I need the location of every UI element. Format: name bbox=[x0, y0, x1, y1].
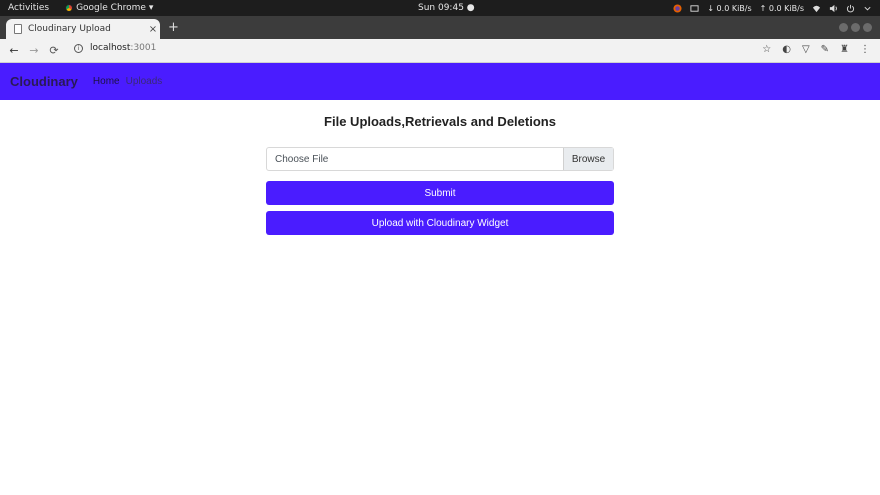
browse-button[interactable]: Browse bbox=[563, 148, 613, 170]
info-icon[interactable]: i bbox=[74, 43, 83, 53]
window-controls bbox=[839, 23, 872, 32]
close-tab-icon[interactable]: × bbox=[146, 24, 160, 35]
submit-button[interactable]: Submit bbox=[266, 181, 614, 205]
chevron-down-icon[interactable] bbox=[863, 4, 872, 13]
network-down-speed: ↓ 0.0 KiB/s bbox=[707, 3, 752, 13]
file-input-label[interactable]: Choose File bbox=[267, 148, 563, 170]
bookmark-star-icon[interactable]: ☆ bbox=[762, 44, 771, 55]
page-title: File Uploads,Retrievals and Deletions bbox=[324, 114, 556, 129]
forward-button[interactable]: → bbox=[24, 44, 44, 57]
activities-button[interactable]: Activities bbox=[8, 3, 49, 13]
reload-button[interactable]: ⟳ bbox=[44, 44, 64, 57]
page-icon bbox=[14, 24, 22, 34]
chrome-icon bbox=[65, 4, 74, 12]
incognito-icon[interactable]: ♜ bbox=[840, 44, 849, 55]
back-button[interactable]: ← bbox=[4, 44, 24, 57]
url-host: localhost bbox=[90, 43, 131, 53]
filter-extension-icon[interactable]: ▽ bbox=[802, 44, 810, 55]
cloudinary-widget-button[interactable]: Upload with Cloudinary Widget bbox=[266, 211, 614, 235]
new-tab-button[interactable]: + bbox=[168, 20, 179, 35]
wifi-icon[interactable] bbox=[812, 4, 821, 13]
browser-tab-strip: Cloudinary Upload × + bbox=[0, 16, 880, 39]
volume-icon[interactable] bbox=[829, 4, 838, 13]
clock[interactable]: Sun 09:45 ● bbox=[418, 3, 475, 13]
address-bar[interactable]: i localhost:3001 bbox=[74, 43, 156, 53]
nav-link-home[interactable]: Home bbox=[93, 76, 120, 87]
network-up-speed: ↑ 0.0 KiB/s bbox=[759, 3, 804, 13]
tab-title: Cloudinary Upload bbox=[28, 24, 111, 34]
firefox-icon[interactable] bbox=[673, 3, 682, 13]
app-menu-label: Google Chrome ▾ bbox=[76, 3, 154, 13]
eyedropper-extension-icon[interactable]: ✎ bbox=[821, 44, 829, 55]
app-navbar: Cloudinary Home Uploads bbox=[0, 63, 880, 100]
browser-toolbar: ← → ⟳ i localhost:3001 ☆ ◐ ▽ ✎ ♜ ⋮ bbox=[0, 39, 880, 63]
file-input[interactable]: Choose File Browse bbox=[266, 147, 614, 171]
app-menu[interactable]: Google Chrome ▾ bbox=[65, 3, 153, 13]
minimize-button[interactable] bbox=[839, 23, 848, 32]
toolbar-actions: ☆ ◐ ▽ ✎ ♜ ⋮ bbox=[762, 44, 870, 55]
os-top-bar: Activities Google Chrome ▾ Sun 09:45 ● ↓… bbox=[0, 0, 880, 16]
power-icon[interactable] bbox=[846, 4, 855, 13]
nav-link-uploads[interactable]: Uploads bbox=[126, 76, 163, 87]
close-window-button[interactable] bbox=[863, 23, 872, 32]
system-tray: ↓ 0.0 KiB/s ↑ 0.0 KiB/s bbox=[673, 4, 872, 13]
maximize-button[interactable] bbox=[851, 23, 860, 32]
navbar-brand[interactable]: Cloudinary bbox=[10, 74, 78, 89]
network-monitor-icon[interactable] bbox=[690, 4, 699, 13]
url-port: :3001 bbox=[130, 43, 157, 53]
browser-tab[interactable]: Cloudinary Upload × bbox=[6, 19, 160, 39]
menu-kebab-icon[interactable]: ⋮ bbox=[860, 44, 870, 55]
extension-icon[interactable]: ◐ bbox=[782, 44, 791, 55]
